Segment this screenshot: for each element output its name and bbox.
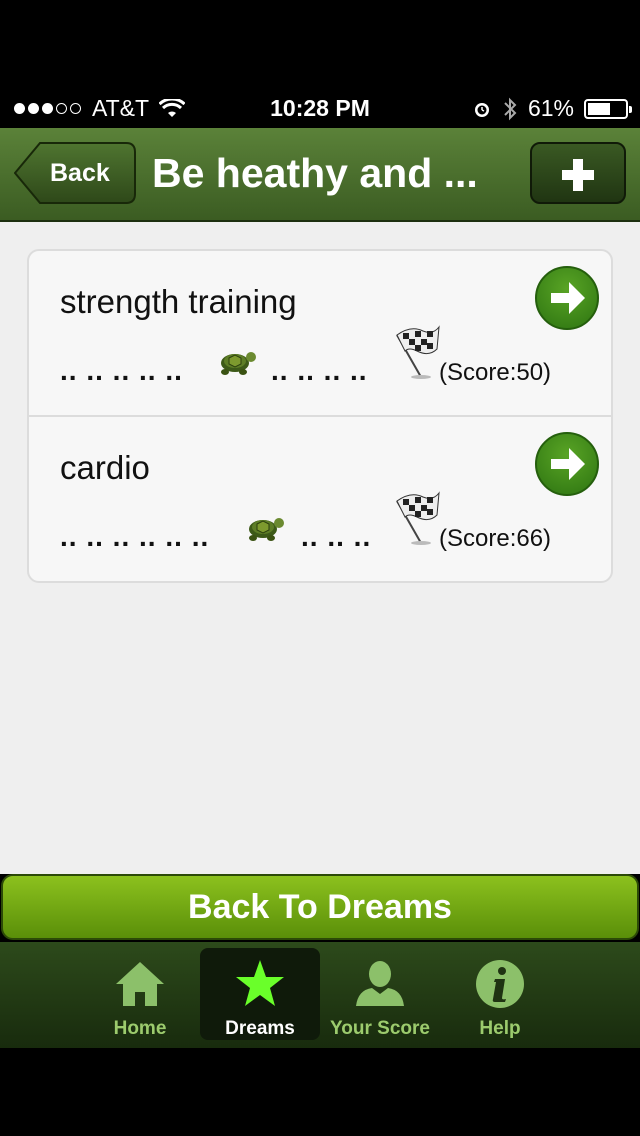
back-to-dreams-button[interactable]: Back To Dreams <box>1 874 639 940</box>
status-bar: AT&T 10:28 PM 61% <box>0 88 640 128</box>
alarm-icon <box>474 102 489 117</box>
tab-home[interactable]: Home <box>80 948 200 1040</box>
page-title: Be heathy and ... <box>152 150 478 196</box>
tab-label: Dreams <box>225 1018 295 1039</box>
arrow-right-icon <box>551 282 585 314</box>
battery-percent: 61% <box>527 95 574 121</box>
tab-label: Your Score <box>330 1018 430 1039</box>
tab-bar: Home Dreams Your Score Help <box>0 940 640 1048</box>
goal-row[interactable]: cardio .. .. .. .. .. .. .. .. .. (Score… <box>29 417 611 581</box>
open-goal-button[interactable] <box>535 266 599 330</box>
tab-label: Help <box>479 1018 521 1039</box>
progress-track: .. .. .. .. .. .. <box>60 521 209 553</box>
turtle-icon <box>249 518 284 541</box>
navigation-bar: Back Be heathy and ... <box>0 128 640 222</box>
content-area: strength training .. .. .. .. .. .. .. .… <box>0 222 640 874</box>
person-icon <box>356 961 404 1006</box>
progress-dots-after: .. .. .. <box>301 521 372 552</box>
progress-track-after: .. .. .. <box>301 521 371 553</box>
progress-track-after: .. .. .. .. <box>271 355 368 387</box>
goal-score: (Score:66) <box>439 525 552 552</box>
star-icon <box>236 960 284 1006</box>
goal-score: (Score:50) <box>439 359 552 386</box>
tab-dreams[interactable]: Dreams <box>200 948 320 1040</box>
progress-dots-before: .. .. .. .. .. .. <box>60 521 210 552</box>
home-icon <box>116 962 164 1006</box>
goal-title: cardio <box>60 449 150 486</box>
finish-flag-icon <box>396 491 440 545</box>
plus-icon <box>562 159 594 191</box>
open-goal-button[interactable] <box>535 432 599 496</box>
bluetooth-icon <box>504 97 517 120</box>
progress-track: .. .. .. .. .. <box>60 355 183 387</box>
info-icon <box>476 960 524 1008</box>
finish-flag-icon <box>396 325 440 379</box>
turtle-icon <box>221 352 256 375</box>
back-button-label[interactable]: Back <box>50 159 110 188</box>
tab-label: Home <box>113 1018 167 1039</box>
goal-row[interactable]: strength training .. .. .. .. .. .. .. .… <box>29 251 611 417</box>
arrow-right-icon <box>551 448 585 480</box>
tab-help[interactable]: Help <box>440 948 560 1040</box>
tab-your-score[interactable]: Your Score <box>320 948 440 1040</box>
add-button[interactable] <box>530 142 626 204</box>
progress-dots-after: .. .. .. .. <box>271 355 368 386</box>
goal-title: strength training <box>60 283 297 320</box>
progress-dots-before: .. .. .. .. .. <box>60 355 183 386</box>
battery-icon <box>584 98 632 119</box>
goal-list: strength training .. .. .. .. .. .. .. .… <box>27 249 613 583</box>
